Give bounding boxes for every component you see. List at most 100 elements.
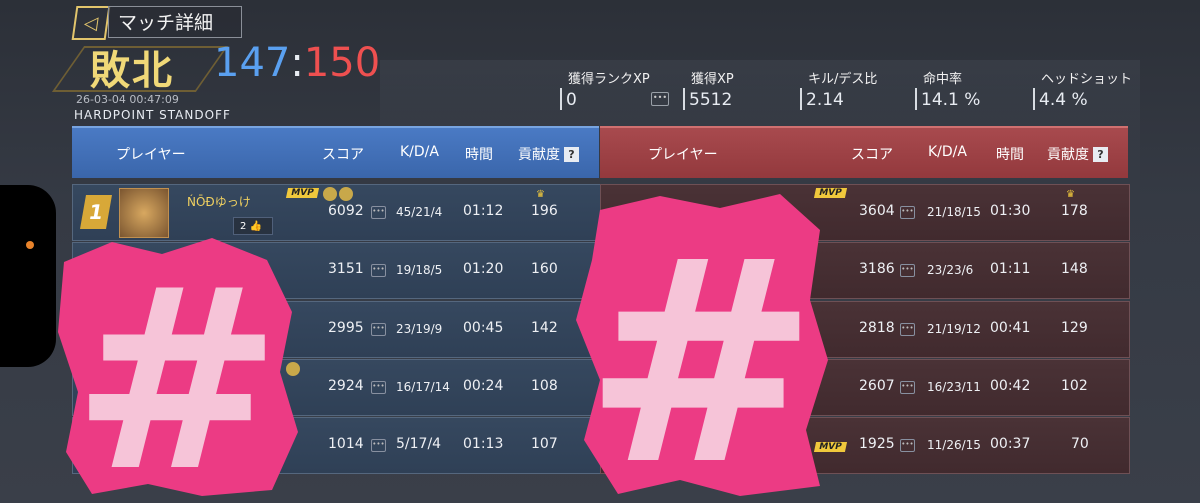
more-icon[interactable]: ••• — [900, 439, 915, 452]
time-value: 01:30 — [990, 203, 1031, 219]
contribution-value: 160 — [531, 261, 558, 277]
more-icon[interactable]: ••• — [900, 264, 915, 277]
score-separator: : — [290, 40, 304, 86]
avatar — [119, 188, 169, 238]
stat-value: 14.1 % — [921, 90, 981, 110]
score-value: 6092 — [328, 203, 364, 219]
kda-value: 21/19/12 — [927, 322, 981, 336]
contribution-value: 108 — [531, 378, 558, 394]
column-time: 時間 — [996, 147, 1024, 163]
stat-divider — [1033, 88, 1035, 110]
contribution-value: 142 — [531, 320, 558, 336]
kda-value: 16/17/14 — [396, 380, 450, 394]
back-arrow-icon[interactable]: ◁ — [71, 6, 111, 40]
match-datetime: 26-03-04 00:47:09 — [76, 93, 179, 106]
censor-hash-icon: # — [58, 235, 298, 500]
column-player: プレイヤー — [116, 147, 186, 163]
help-icon[interactable]: ? — [564, 147, 579, 162]
more-icon[interactable]: ••• — [371, 439, 386, 452]
camera-dot — [26, 241, 34, 249]
crown-icon: ♛ — [1066, 189, 1075, 200]
more-icon[interactable]: ••• — [371, 264, 386, 277]
kda-value: 21/18/15 — [927, 205, 981, 219]
column-kda: K/D/A — [928, 144, 967, 160]
match-score: 147:150 — [214, 40, 380, 86]
match-result: 敗北 — [90, 47, 174, 94]
medal-icon — [323, 187, 337, 201]
stat-value: 5512 — [689, 90, 733, 110]
time-value: 00:24 — [463, 378, 504, 394]
red-score: 150 — [303, 40, 381, 86]
kda-value: 23/19/9 — [396, 322, 443, 336]
contribution-value: 107 — [531, 436, 558, 452]
column-score: スコア — [851, 147, 893, 163]
stat-value: 0 — [566, 90, 577, 110]
contribution-value: 196 — [531, 203, 558, 219]
score-value: 2995 — [328, 320, 364, 336]
contribution-value: 148 — [1061, 261, 1088, 277]
more-icon[interactable]: ••• — [651, 92, 669, 106]
column-contribution-label: 貢献度 — [518, 147, 560, 163]
score-value: 3186 — [859, 261, 895, 277]
score-value: 1014 — [328, 436, 364, 452]
stat-label: 獲得ランクXP — [568, 72, 650, 87]
more-icon[interactable]: ••• — [900, 381, 915, 394]
medal-icon — [339, 187, 353, 201]
stat-value: 4.4 % — [1039, 90, 1088, 110]
stat-label: ヘッドショット — [1041, 72, 1133, 87]
column-contribution: 貢献度? — [1047, 144, 1108, 164]
kda-value: 16/23/11 — [927, 380, 981, 394]
contribution-value: 70 — [1071, 436, 1089, 452]
kda-value: 11/26/15 — [927, 438, 981, 452]
stat-value: 2.14 — [806, 90, 844, 110]
column-kda: K/D/A — [400, 144, 439, 160]
player-name: ŃŌĐゆっけ — [187, 195, 251, 209]
score-value: 3604 — [859, 203, 895, 219]
score-value: 2818 — [859, 320, 895, 336]
score-value: 1925 — [859, 436, 895, 452]
time-value: 01:11 — [990, 261, 1031, 277]
more-icon[interactable]: ••• — [371, 381, 386, 394]
time-value: 01:20 — [463, 261, 504, 277]
rank-badge: 1 — [80, 195, 112, 229]
kda-value: 23/23/6 — [927, 263, 974, 277]
help-icon[interactable]: ? — [1093, 147, 1108, 162]
time-value: 00:42 — [990, 378, 1031, 394]
stat-label: キル/デス比 — [808, 72, 878, 87]
more-icon[interactable]: ••• — [900, 323, 915, 336]
column-time: 時間 — [465, 147, 493, 163]
censor-hash-glyph: # — [584, 201, 819, 500]
kda-value: 5/17/4 — [396, 436, 442, 452]
blue-team-header: プレイヤー スコア K/D/A 時間 貢献度? — [72, 126, 599, 178]
stat-divider — [915, 88, 917, 110]
censor-hash-icon: # — [576, 194, 828, 500]
more-icon[interactable]: ••• — [371, 206, 386, 219]
more-icon[interactable]: ••• — [371, 323, 386, 336]
column-player: プレイヤー — [648, 147, 718, 163]
column-contribution: 貢献度? — [518, 144, 579, 164]
contribution-value: 102 — [1061, 378, 1088, 394]
more-icon[interactable]: ••• — [900, 206, 915, 219]
like-count: 2 — [240, 221, 247, 232]
contribution-value: 129 — [1061, 320, 1088, 336]
column-score: スコア — [322, 147, 364, 163]
time-value: 00:41 — [990, 320, 1031, 336]
time-value: 01:12 — [463, 203, 504, 219]
stat-divider — [683, 88, 685, 110]
time-value: 00:45 — [463, 320, 504, 336]
device-edge-pill — [0, 185, 56, 367]
page-title: マッチ詳細 — [118, 12, 214, 34]
match-mode: HARDPOINT STANDOFF — [74, 108, 231, 122]
censor-hash-glyph: # — [72, 235, 281, 500]
time-value: 00:37 — [990, 436, 1031, 452]
crown-icon: ♛ — [536, 189, 545, 200]
score-value: 3151 — [328, 261, 364, 277]
score-value: 2924 — [328, 378, 364, 394]
stat-label: 命中率 — [923, 72, 963, 87]
kda-value: 45/21/4 — [396, 205, 443, 219]
blue-score: 147 — [214, 40, 291, 86]
red-team-header: プレイヤー スコア K/D/A 時間 貢献度? — [600, 126, 1128, 178]
stat-divider — [800, 88, 802, 110]
contribution-value: 178 — [1061, 203, 1088, 219]
stat-label: 獲得XP — [691, 72, 734, 87]
